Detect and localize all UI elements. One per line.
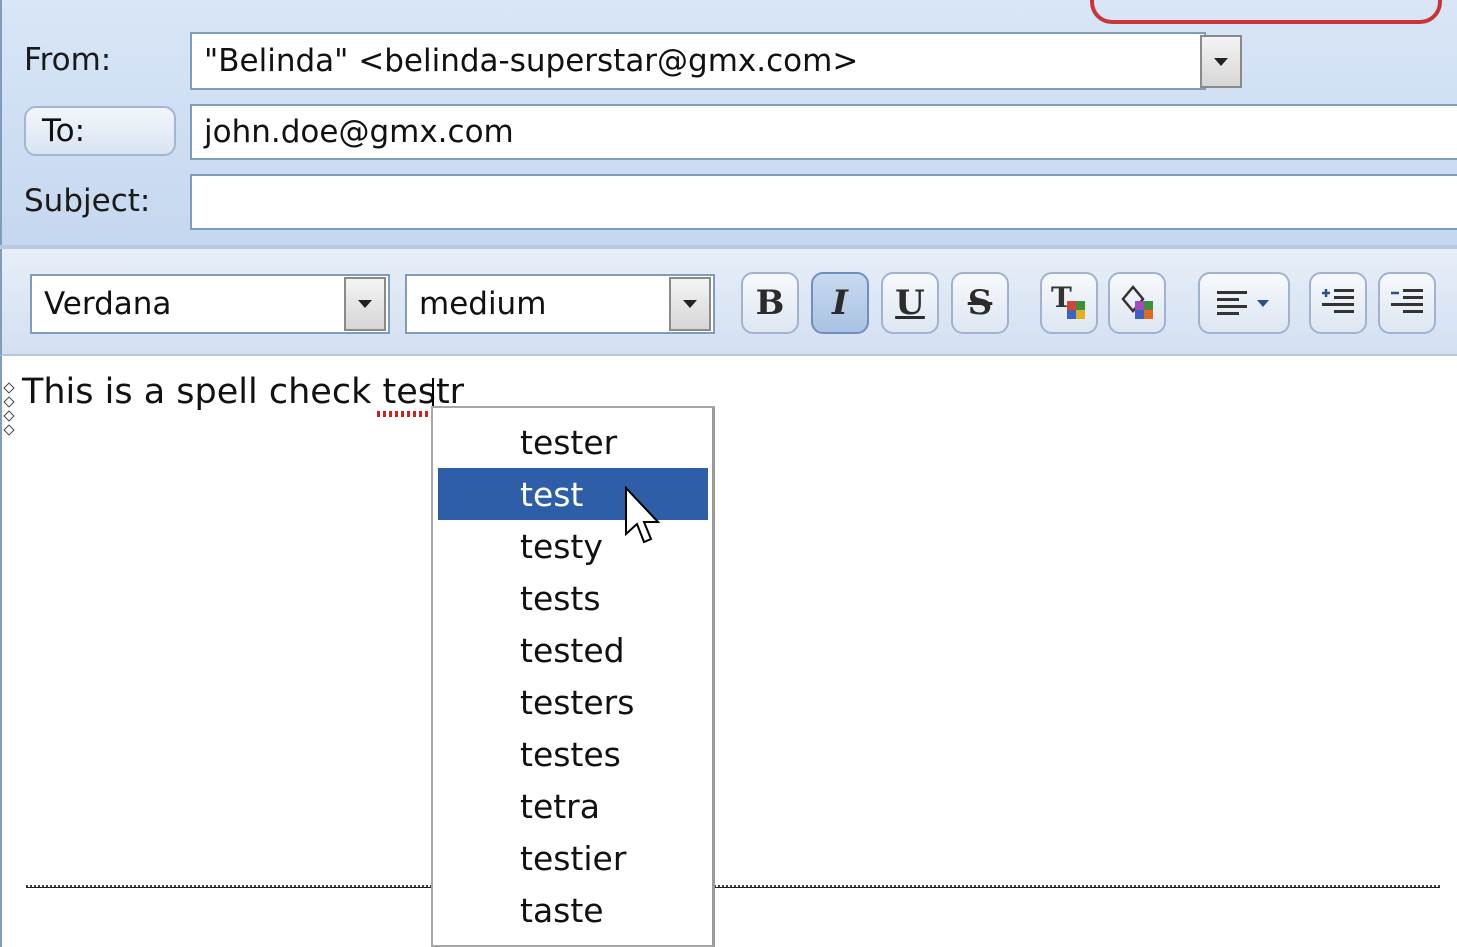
indent-button[interactable]	[1309, 272, 1367, 334]
text-color-button[interactable]: T	[1040, 272, 1098, 334]
spellcheck-suggestions-menu: tester test testy tests tested testers t…	[431, 406, 715, 947]
align-left-icon	[1217, 291, 1269, 315]
chevron-down-icon	[1214, 57, 1228, 66]
horizontal-rule	[26, 885, 1440, 888]
to-button-label: To:	[42, 113, 86, 149]
strikethrough-icon: S	[967, 283, 993, 323]
chevron-down-icon	[683, 300, 697, 308]
font-family-value: Verdana	[44, 286, 172, 322]
resize-handle-icon	[3, 424, 15, 436]
font-family-select[interactable]: Verdana	[30, 274, 390, 334]
strikethrough-button[interactable]: S	[951, 272, 1009, 334]
outdent-button[interactable]	[1378, 272, 1436, 334]
from-label: From:	[24, 42, 112, 78]
mouse-pointer-icon	[625, 486, 661, 544]
chevron-down-icon	[358, 300, 372, 308]
spelling-error-underline	[377, 411, 435, 417]
from-select[interactable]: "Belinda" <belinda-superstar@gmx.com>	[190, 32, 1206, 90]
italic-icon: I	[832, 283, 848, 323]
align-dropdown-button[interactable]	[1198, 272, 1290, 334]
to-input[interactable]: john.doe@gmx.com	[190, 104, 1457, 160]
background-color-button[interactable]	[1108, 272, 1166, 334]
text-color-icon: T	[1051, 281, 1085, 319]
subject-label: Subject:	[24, 183, 151, 219]
to-button[interactable]: To:	[24, 106, 176, 156]
editor-text: This is a spell check	[22, 372, 383, 412]
suggestion-item[interactable]: testes	[438, 728, 708, 780]
paint-bucket-icon	[1121, 285, 1153, 319]
suggestion-item[interactable]: tested	[438, 624, 708, 676]
suggestion-item-selected[interactable]: test	[438, 468, 708, 520]
suggestion-item[interactable]: testier	[438, 832, 708, 884]
from-dropdown-button[interactable]	[1200, 35, 1242, 88]
outdent-icon	[1391, 289, 1423, 313]
message-editor[interactable]	[0, 356, 1457, 947]
suggestion-item[interactable]: tetra	[438, 780, 708, 832]
underline-icon: U	[895, 283, 925, 323]
resize-handle-icon	[3, 396, 15, 408]
suggestion-item[interactable]: testy	[438, 520, 708, 572]
underline-button[interactable]: U	[881, 272, 939, 334]
bold-button[interactable]: B	[741, 272, 799, 334]
suggestion-item[interactable]: testers	[438, 676, 708, 728]
font-family-dropdown-button[interactable]	[344, 277, 386, 331]
font-size-value: medium	[419, 286, 547, 322]
to-value: john.doe@gmx.com	[204, 114, 514, 150]
decorative-bracket	[1090, 0, 1442, 24]
resize-handles[interactable]	[3, 380, 15, 450]
suggestion-item[interactable]: tester	[438, 416, 708, 468]
font-size-dropdown-button[interactable]	[669, 277, 711, 331]
subject-input[interactable]	[190, 174, 1457, 230]
indent-icon	[1322, 289, 1354, 313]
resize-handle-icon	[3, 410, 15, 422]
editor-body-text: This is a spell check testr	[22, 372, 464, 412]
bold-icon: B	[755, 283, 785, 323]
from-value: "Belinda" <belinda-superstar@gmx.com>	[204, 43, 859, 79]
italic-button[interactable]: I	[811, 272, 869, 334]
suggestion-item[interactable]: taste	[438, 884, 708, 936]
suggestion-item[interactable]: tests	[438, 572, 708, 624]
resize-handle-icon	[3, 382, 15, 394]
